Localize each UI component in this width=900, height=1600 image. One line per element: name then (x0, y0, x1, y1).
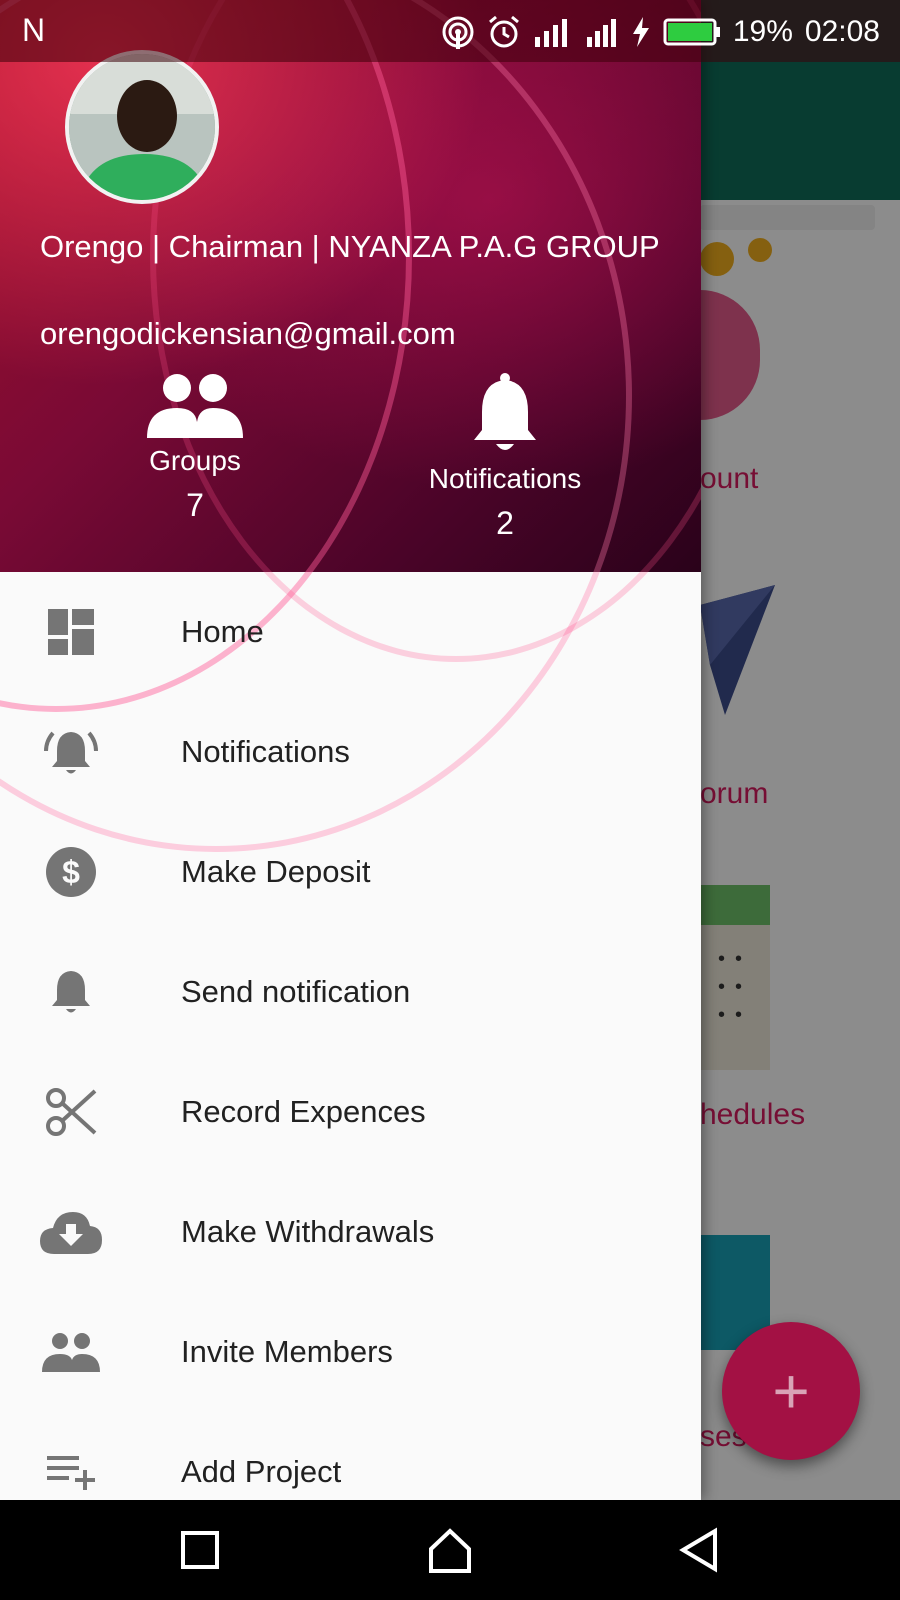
notifications-stat-label: Notifications (428, 463, 582, 494)
profile-email: orengodickensian@gmail.com (40, 316, 456, 351)
navigation-drawer: Orengo | Chairman | NYANZA P.A.G GROUP o… (0, 0, 701, 1500)
status-n-label: N (22, 12, 46, 48)
scissors-icon (40, 1081, 102, 1143)
alarm-icon (488, 15, 519, 48)
status-bar: N 19% 02:08 (0, 0, 900, 62)
plus-icon: + (772, 1355, 810, 1427)
bell-icon (474, 373, 536, 450)
menu-item-add-project[interactable]: Add Project (0, 1412, 701, 1500)
menu-item-label: Add Project (181, 1454, 342, 1489)
notifications-stat[interactable]: Notifications 2 (405, 372, 605, 542)
menu-item-notifications[interactable]: Notifications (0, 692, 701, 812)
menu-item-record-expences[interactable]: Record Expences (0, 1052, 701, 1172)
status-time: 02:08 (804, 15, 880, 48)
menu-item-label: Invite Members (181, 1334, 393, 1369)
cloud-download-icon (40, 1201, 102, 1263)
hotspot-icon (442, 16, 474, 49)
menu-item-label: Make Withdrawals (181, 1214, 435, 1249)
home-button[interactable] (425, 1525, 475, 1575)
groups-stat[interactable]: Groups 7 (95, 372, 295, 524)
profile-name: Orengo | Chairman | NYANZA P.A.G GROUP (40, 229, 660, 264)
drawer-menu: Home Notifications $ Make Deposit Send n… (0, 572, 701, 1500)
groups-stat-label: Groups (149, 445, 241, 476)
menu-item-label: Home (181, 614, 264, 649)
back-button[interactable] (675, 1525, 725, 1575)
menu-item-label: Send notification (181, 974, 411, 1009)
people-icon (40, 1321, 102, 1383)
menu-item-label: Record Expences (181, 1094, 426, 1129)
playlist-add-icon (40, 1441, 102, 1500)
signal-icon (534, 19, 567, 47)
menu-item-label: Notifications (181, 734, 350, 769)
menu-item-send-notification[interactable]: Send notification (0, 932, 701, 1052)
dashboard-icon (40, 601, 102, 663)
menu-item-home[interactable]: Home (0, 572, 701, 692)
ringing-bell-icon (40, 721, 102, 783)
svg-text:$: $ (62, 854, 80, 890)
menu-item-make-deposit[interactable]: $ Make Deposit (0, 812, 701, 932)
bell-icon (40, 961, 102, 1023)
battery-icon (663, 18, 720, 46)
dollar-circle-icon: $ (40, 841, 102, 903)
menu-item-invite-members[interactable]: Invite Members (0, 1292, 701, 1412)
avatar-photo (69, 54, 215, 200)
notifications-stat-count: 2 (496, 505, 514, 541)
drawer-header: Orengo | Chairman | NYANZA P.A.G GROUP o… (0, 0, 701, 852)
signal-icon (586, 19, 616, 47)
groups-icon (147, 374, 243, 438)
charging-icon (632, 17, 649, 47)
menu-item-make-withdrawals[interactable]: Make Withdrawals (0, 1172, 701, 1292)
battery-percent: 19% (732, 15, 793, 48)
add-fab-button[interactable]: + (722, 1322, 860, 1460)
groups-stat-count: 7 (186, 487, 204, 523)
recents-button[interactable] (175, 1525, 225, 1575)
system-nav-bar (0, 1500, 900, 1600)
avatar[interactable] (65, 50, 219, 204)
menu-item-label: Make Deposit (181, 854, 371, 889)
